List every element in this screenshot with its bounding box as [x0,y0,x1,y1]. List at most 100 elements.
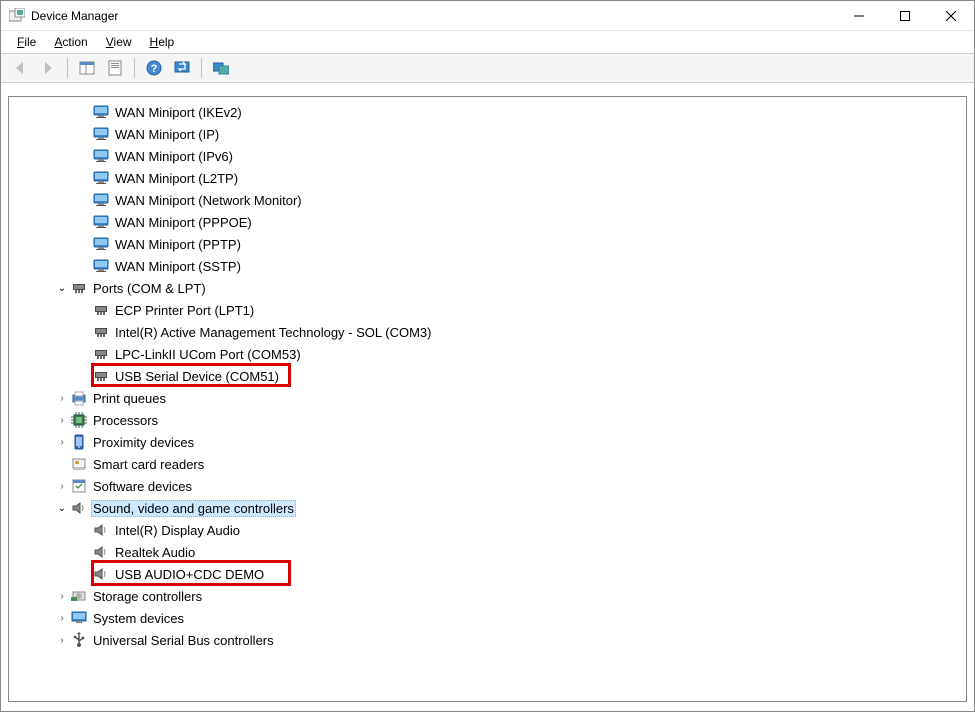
window-title: Device Manager [31,9,118,23]
port-icon [93,368,109,384]
tree-item-label: Processors [91,412,160,429]
menu-action[interactable]: Action [46,33,95,51]
expand-arrow-icon[interactable]: › [53,411,71,429]
port-icon [93,302,109,318]
proximity-icon [71,434,87,450]
usb-icon [71,632,87,648]
expand-arrow-icon[interactable]: › [53,631,71,649]
sound-icon [71,500,87,516]
show-hide-console-button[interactable] [74,56,100,80]
tree-item[interactable]: ▶ ECP Printer Port (LPT1) [9,299,966,321]
menu-file[interactable]: File [9,33,44,51]
collapse-arrow-icon[interactable]: ⌄ [53,499,71,517]
view-devices-button[interactable] [208,56,234,80]
toolbar-separator [201,58,202,78]
titlebar: Device Manager [1,1,974,31]
tree-item-label: Proximity devices [91,434,196,451]
tree-item-label: Realtek Audio [113,544,197,561]
tree-item[interactable]: ▶ WAN Miniport (PPPOE) [9,211,966,233]
expand-arrow-icon[interactable]: › [53,477,71,495]
tree-item-label: WAN Miniport (IPv6) [113,148,235,165]
tree-item-label: WAN Miniport (IP) [113,126,221,143]
tree-category-smartcard[interactable]: ▶ Smart card readers [9,453,966,475]
tree-category-system[interactable]: › System devices [9,607,966,629]
tree-category-sound[interactable]: ⌄ Sound, video and game controllers [9,497,966,519]
tree-item-label: ECP Printer Port (LPT1) [113,302,256,319]
tree-item-usb-audio[interactable]: ▶ USB AUDIO+CDC DEMO [9,563,966,585]
tree-category-storage[interactable]: › Storage controllers [9,585,966,607]
network-adapter-icon [93,126,109,142]
cpu-icon [71,412,87,428]
tree-item-label: USB AUDIO+CDC DEMO [113,566,266,583]
minimize-button[interactable] [836,1,882,30]
forward-button[interactable] [35,56,61,80]
network-adapter-icon [93,236,109,252]
port-icon [93,324,109,340]
tree-item[interactable]: ▶ WAN Miniport (IKEv2) [9,101,966,123]
menu-view[interactable]: View [98,33,140,51]
tree-item-label: USB Serial Device (COM51) [113,368,281,385]
tree-item-label: WAN Miniport (L2TP) [113,170,240,187]
tree-item-label: Print queues [91,390,168,407]
network-adapter-icon [93,148,109,164]
system-icon [71,610,87,626]
tree-item-label: Software devices [91,478,194,495]
tree-category-print-queues[interactable]: › Print queues [9,387,966,409]
tree-category-usb[interactable]: › Universal Serial Bus controllers [9,629,966,651]
tree-item-label: Intel(R) Display Audio [113,522,242,539]
sound-icon [93,566,109,582]
tree-item-label: Ports (COM & LPT) [91,280,208,297]
tree-item[interactable]: ▶ WAN Miniport (L2TP) [9,167,966,189]
toolbar-separator [67,58,68,78]
maximize-button[interactable] [882,1,928,30]
help-button[interactable] [141,56,167,80]
collapse-arrow-icon[interactable]: ⌄ [53,279,71,297]
printer-icon [71,390,87,406]
tree-item-label: Smart card readers [91,456,206,473]
tree-item[interactable]: ▶ Realtek Audio [9,541,966,563]
tree-item[interactable]: ▶ Intel(R) Display Audio [9,519,966,541]
network-adapter-icon [93,192,109,208]
tree-item-label: WAN Miniport (PPTP) [113,236,243,253]
tree-item-label: Sound, video and game controllers [91,500,296,517]
tree-item[interactable]: ▶ WAN Miniport (PPTP) [9,233,966,255]
scan-button[interactable] [169,56,195,80]
tree-item-label: WAN Miniport (PPPOE) [113,214,254,231]
tree-item-label: WAN Miniport (SSTP) [113,258,243,275]
tree-item[interactable]: ▶ WAN Miniport (IP) [9,123,966,145]
smartcard-icon [71,456,87,472]
expand-arrow-icon[interactable]: › [53,609,71,627]
network-adapter-icon [93,170,109,186]
device-tree-container[interactable]: ▶ WAN Miniport (IKEv2) ▶ WAN Miniport (I… [8,96,967,702]
tree-category-proximity[interactable]: › Proximity devices [9,431,966,453]
app-icon [9,8,25,24]
menu-help[interactable]: Help [142,33,183,51]
sound-icon [93,544,109,560]
tree-item-label: WAN Miniport (Network Monitor) [113,192,304,209]
tree-category-software[interactable]: › Software devices [9,475,966,497]
tree-category-ports[interactable]: ⌄ Ports (COM & LPT) [9,277,966,299]
tree-item[interactable]: ▶ LPC-LinkII UCom Port (COM53) [9,343,966,365]
tree-item[interactable]: ▶ WAN Miniport (Network Monitor) [9,189,966,211]
tree-item[interactable]: ▶ WAN Miniport (SSTP) [9,255,966,277]
back-button[interactable] [7,56,33,80]
tree-item-label: WAN Miniport (IKEv2) [113,104,244,121]
tree-category-processors[interactable]: › Processors [9,409,966,431]
tree-item[interactable]: ▶ Intel(R) Active Management Technology … [9,321,966,343]
window-controls [836,1,974,30]
port-icon [71,280,87,296]
tree-item-label: LPC-LinkII UCom Port (COM53) [113,346,303,363]
tree-item-label: Universal Serial Bus controllers [91,632,276,649]
tree-item-usb-serial[interactable]: ▶ USB Serial Device (COM51) [9,365,966,387]
close-button[interactable] [928,1,974,30]
tree-item[interactable]: ▶ WAN Miniport (IPv6) [9,145,966,167]
expand-arrow-icon[interactable]: › [53,587,71,605]
toolbar-separator [134,58,135,78]
sound-icon [93,522,109,538]
software-icon [71,478,87,494]
expand-arrow-icon[interactable]: › [53,433,71,451]
network-adapter-icon [93,258,109,274]
expand-arrow-icon[interactable]: › [53,389,71,407]
network-adapter-icon [93,214,109,230]
properties-button[interactable] [102,56,128,80]
